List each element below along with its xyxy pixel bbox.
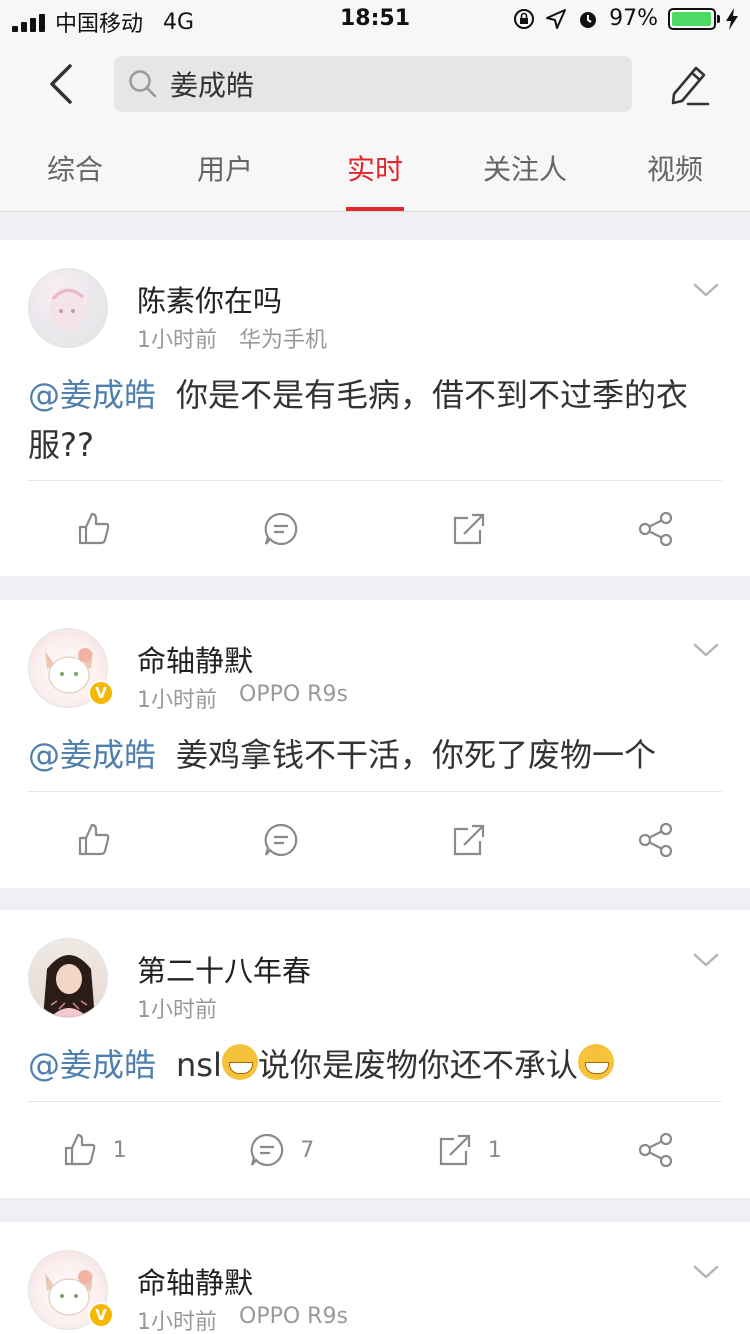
verified-badge-icon: V bbox=[88, 680, 114, 706]
post-time: 1小时前 bbox=[137, 1310, 217, 1334]
search-query: 姜成皓 bbox=[170, 69, 255, 102]
post-body: 姜鸡拿钱不干活，你死了废物一个 bbox=[176, 736, 657, 774]
post-card: 陈素你在吗 1小时前 华为手机 @姜成皓 你是不是有毛病，借不到不过季的衣服?? bbox=[0, 240, 750, 576]
grinning-emoji-icon bbox=[577, 1044, 614, 1080]
username[interactable]: 命轴静默 bbox=[137, 638, 253, 680]
post-device: OPPO R9s bbox=[239, 682, 348, 707]
like-button[interactable] bbox=[0, 792, 188, 888]
repost-icon bbox=[453, 824, 484, 856]
tab-videos[interactable]: 视频 bbox=[600, 132, 750, 211]
verified-badge-icon: V bbox=[88, 1302, 114, 1328]
battery-fill bbox=[672, 11, 711, 26]
comment-button[interactable] bbox=[188, 481, 376, 577]
mention-link[interactable]: @姜成皓 bbox=[28, 376, 156, 414]
post-meta: 1小时前 华为手机 bbox=[137, 322, 327, 354]
repost-button[interactable]: 1 bbox=[375, 1102, 563, 1198]
battery-icon bbox=[668, 7, 720, 30]
like-button[interactable]: 1 bbox=[0, 1102, 188, 1198]
post-meta: 1小时前 OPPO R9s bbox=[137, 1304, 348, 1334]
location-arrow-icon bbox=[546, 8, 567, 29]
chevron-down-icon[interactable] bbox=[692, 1262, 720, 1282]
comment-count: 7 bbox=[300, 1137, 315, 1163]
avatar-image bbox=[43, 955, 95, 1017]
share-icon bbox=[639, 511, 673, 547]
search-tabs: 综合 用户 实时 关注人 视频 bbox=[0, 132, 750, 212]
post-text: @姜成皓 姜鸡拿钱不干活，你死了废物一个 bbox=[28, 730, 722, 780]
post-meta: 1小时前 OPPO R9s bbox=[137, 682, 348, 714]
edit-icon[interactable] bbox=[664, 60, 712, 108]
post-time: 1小时前 bbox=[137, 688, 217, 713]
tab-comprehensive[interactable]: 综合 bbox=[0, 132, 150, 211]
post-time: 1小时前 bbox=[137, 998, 217, 1023]
mention-link[interactable]: @姜成皓 bbox=[28, 1046, 156, 1084]
repost-icon bbox=[439, 1134, 470, 1166]
username[interactable]: 命轴静默 bbox=[137, 1260, 253, 1302]
post-meta: 1小时前 bbox=[137, 992, 217, 1024]
chevron-down-icon[interactable] bbox=[692, 640, 720, 660]
post-device: OPPO R9s bbox=[239, 1304, 348, 1329]
comment-icon bbox=[264, 512, 298, 546]
share-button[interactable] bbox=[563, 481, 750, 577]
alarm-icon bbox=[580, 11, 597, 28]
repost-button[interactable] bbox=[375, 481, 563, 577]
share-icon bbox=[639, 822, 673, 858]
chevron-down-icon[interactable] bbox=[692, 280, 720, 300]
share-button[interactable] bbox=[563, 792, 750, 888]
chevron-down-icon[interactable] bbox=[692, 950, 720, 970]
post-card: V 命轴静默 1小时前 OPPO R9s bbox=[0, 1222, 750, 1334]
post-body-start: nsl bbox=[176, 1046, 222, 1084]
post-time: 1小时前 bbox=[137, 328, 217, 353]
post-device: 华为手机 bbox=[239, 328, 328, 353]
tab-followed[interactable]: 关注人 bbox=[450, 132, 600, 211]
post-text: @姜成皓 nsl 说你是废物你还不承认 bbox=[28, 1040, 722, 1090]
comment-button[interactable] bbox=[188, 792, 376, 888]
repost-button[interactable] bbox=[375, 792, 563, 888]
share-icon bbox=[639, 1132, 673, 1168]
post-actions bbox=[0, 481, 750, 577]
post-actions: 1 7 1 bbox=[0, 1102, 750, 1198]
search-header: 姜成皓 bbox=[0, 40, 750, 132]
thumbs-up-icon bbox=[64, 1133, 96, 1166]
charging-bolt-icon bbox=[726, 7, 738, 30]
comment-icon bbox=[264, 823, 298, 857]
mention-link[interactable]: @姜成皓 bbox=[28, 736, 156, 774]
rotation-lock-icon bbox=[514, 8, 535, 29]
post-text: @姜成皓 你是不是有毛病，借不到不过季的衣服?? bbox=[28, 370, 722, 470]
username[interactable]: 第二十八年春 bbox=[137, 948, 311, 990]
status-bar-right: 97% bbox=[513, 6, 738, 31]
post-body-middle: 说你是废物你还不承认 bbox=[257, 1046, 578, 1084]
avatar[interactable] bbox=[28, 268, 108, 348]
grinning-emoji-icon bbox=[221, 1044, 258, 1080]
post-actions bbox=[0, 792, 750, 888]
like-count: 1 bbox=[112, 1137, 127, 1163]
comment-button[interactable]: 7 bbox=[188, 1102, 376, 1198]
avatar-image bbox=[49, 287, 85, 331]
back-icon[interactable] bbox=[38, 60, 86, 108]
tab-realtime[interactable]: 实时 bbox=[300, 132, 450, 211]
repost-icon bbox=[453, 513, 484, 545]
username[interactable]: 陈素你在吗 bbox=[137, 278, 282, 320]
share-button[interactable] bbox=[563, 1102, 750, 1198]
status-bar: 中国移动 4G 18:51 97% bbox=[0, 0, 750, 40]
post-card: V 命轴静默 1小时前 OPPO R9s @姜成皓 姜鸡拿钱不干活，你死了废物一个 bbox=[0, 600, 750, 888]
search-icon bbox=[129, 70, 157, 98]
repost-count: 1 bbox=[487, 1137, 502, 1163]
thumbs-up-icon bbox=[78, 512, 110, 545]
battery-percent: 97% bbox=[609, 6, 658, 31]
like-button[interactable] bbox=[0, 481, 188, 577]
search-input[interactable]: 姜成皓 bbox=[114, 56, 632, 112]
tab-users[interactable]: 用户 bbox=[150, 132, 300, 211]
thumbs-up-icon bbox=[78, 823, 110, 856]
comment-icon bbox=[250, 1133, 284, 1167]
post-card: 第二十八年春 1小时前 @姜成皓 nsl 说你是废物你还不承认 1 7 1 bbox=[0, 910, 750, 1198]
avatar[interactable] bbox=[28, 938, 108, 1018]
